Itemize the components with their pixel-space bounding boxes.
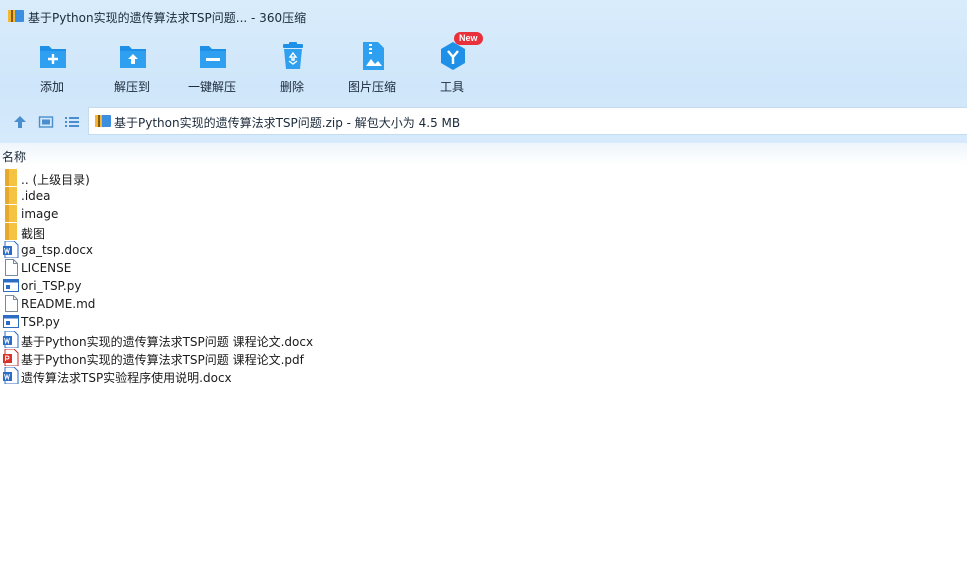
add-button[interactable]: 添加	[17, 38, 87, 96]
file-name: image	[21, 207, 59, 221]
one-click-extract-label: 一键解压	[187, 80, 236, 94]
file-name: README.md	[21, 297, 96, 311]
recycle-bin-icon	[283, 42, 303, 69]
folder-icon	[5, 169, 17, 186]
image-compress-label: 图片压缩	[347, 80, 396, 94]
extract-to-label: 解压到	[113, 80, 150, 94]
file-name: ga_tsp.docx	[21, 243, 94, 257]
file-name: 基于Python实现的遗传算法求TSP问题 课程论文.pdf	[21, 353, 304, 367]
generic-file-icon	[5, 259, 18, 276]
file-name: LICENSE	[21, 261, 72, 275]
address-bar[interactable]: 基于Python实现的遗传算法求TSP问题.zip - 解包大小为 4.5 MB	[88, 107, 967, 135]
delete-button[interactable]: 删除	[257, 38, 327, 96]
file-name: 截图	[21, 227, 46, 241]
file-name: 遗传算法求TSP实验程序使用说明.docx	[21, 371, 232, 385]
up-arrow-icon[interactable]	[12, 114, 28, 130]
column-name-header[interactable]: 名称	[2, 148, 26, 165]
new-badge: New	[454, 32, 483, 45]
pdf-document-icon	[3, 349, 19, 366]
window-title: 基于Python实现的遗传算法求TSP问题... - 360压缩	[28, 11, 307, 25]
word-document-icon	[3, 367, 19, 384]
python-file-icon	[3, 315, 19, 328]
word-document-icon	[3, 331, 19, 348]
list-item-ga-tsp-docx[interactable]: ga_tsp.docx	[0, 241, 967, 259]
title-bar: 基于Python实现的遗传算法求TSP问题... - 360压缩	[0, 0, 967, 32]
file-list: .. (上级目录) .idea image 截图 ga_tsp.docx LIC…	[0, 169, 967, 385]
file-name: TSP.py	[21, 315, 60, 329]
folder-icon	[5, 205, 17, 222]
tools-hexagon-icon	[441, 42, 465, 70]
word-document-icon	[3, 241, 19, 258]
list-item-readme[interactable]: README.md	[0, 295, 967, 313]
window-chrome: 基于Python实现的遗传算法求TSP问题... - 360压缩 添加 解压到 …	[0, 0, 967, 143]
python-file-icon	[3, 279, 19, 292]
list-item-tsp-py[interactable]: TSP.py	[0, 313, 967, 331]
generic-file-icon	[5, 295, 18, 312]
file-name: .. (上级目录)	[21, 173, 90, 187]
extract-folder-icon	[120, 46, 146, 68]
address-text: 基于Python实现的遗传算法求TSP问题.zip - 解包大小为 4.5 MB	[114, 116, 461, 130]
file-name: ori_TSP.py	[21, 279, 82, 293]
thumbnail-view-icon[interactable]	[38, 114, 54, 130]
file-name: 基于Python实现的遗传算法求TSP问题 课程论文.docx	[21, 335, 314, 349]
list-item-idea[interactable]: .idea	[0, 187, 967, 205]
extract-to-button[interactable]: 解压到	[97, 38, 167, 96]
file-name: .idea	[21, 189, 51, 203]
list-item-parent-dir[interactable]: .. (上级目录)	[0, 169, 967, 187]
tools-button[interactable]: 工具	[417, 38, 487, 96]
archive-app-icon	[8, 10, 24, 22]
folder-icon	[5, 223, 17, 240]
list-item-image[interactable]: image	[0, 205, 967, 223]
quick-extract-folder-icon	[200, 46, 226, 68]
column-header: 名称	[0, 143, 967, 165]
one-click-extract-button[interactable]: 一键解压	[177, 38, 247, 96]
folder-icon	[5, 187, 17, 204]
delete-label: 删除	[279, 80, 304, 94]
list-item-ori-tsp-py[interactable]: ori_TSP.py	[0, 277, 967, 295]
add-folder-icon	[40, 46, 66, 68]
list-view-icon[interactable]	[64, 114, 80, 130]
list-item-license[interactable]: LICENSE	[0, 259, 967, 277]
image-zip-icon	[363, 42, 384, 70]
list-item-thesis-docx[interactable]: 基于Python实现的遗传算法求TSP问题 课程论文.docx	[0, 331, 967, 349]
archive-file-icon	[95, 115, 111, 127]
tools-label: 工具	[439, 80, 464, 94]
add-label: 添加	[39, 80, 64, 94]
image-compress-button[interactable]: 图片压缩	[337, 38, 407, 96]
list-item-screenshots[interactable]: 截图	[0, 223, 967, 241]
list-item-manual-docx[interactable]: 遗传算法求TSP实验程序使用说明.docx	[0, 367, 967, 385]
list-item-thesis-pdf[interactable]: 基于Python实现的遗传算法求TSP问题 课程论文.pdf	[0, 349, 967, 367]
